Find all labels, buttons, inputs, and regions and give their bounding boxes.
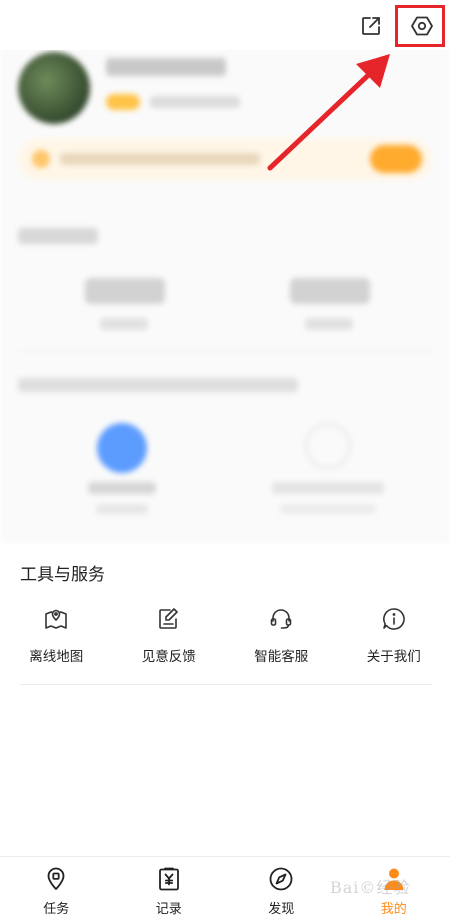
share-button[interactable] xyxy=(355,10,387,42)
tab-label: 我的 xyxy=(380,902,407,917)
watermark: Bai©经验 xyxy=(330,878,411,897)
share-icon xyxy=(362,17,380,35)
user-subtitle-blurred xyxy=(150,96,240,108)
tool-about-us[interactable]: 关于我们 xyxy=(338,605,450,675)
feature-sublabel-1-blurred xyxy=(96,504,148,514)
tool-offline-map[interactable]: 离线地图 xyxy=(0,605,113,675)
tab-label: 发现 xyxy=(268,902,295,917)
earnings-value-1-blurred xyxy=(85,278,165,304)
level-badge-blurred xyxy=(106,94,140,110)
promo-icon xyxy=(32,150,50,168)
tab-discover[interactable]: 发现 xyxy=(225,857,338,920)
tool-label: 见意反馈 xyxy=(141,649,196,665)
headset-icon xyxy=(267,605,295,633)
tab-label: 记录 xyxy=(155,902,182,917)
tool-label: 智能客服 xyxy=(254,649,309,665)
tool-label: 离线地图 xyxy=(29,649,84,665)
offline-map-icon xyxy=(42,605,70,633)
tool-smart-service[interactable]: 智能客服 xyxy=(225,605,338,675)
tools-divider xyxy=(20,684,432,685)
feature-sublabel-2-blurred xyxy=(280,504,376,514)
divider xyxy=(18,350,432,351)
tools-grid: 离线地图 见意反馈 智能客服 关于我们 xyxy=(0,605,450,675)
username-blurred xyxy=(106,58,226,76)
tab-label: 任务 xyxy=(43,902,70,917)
tool-label: 关于我们 xyxy=(366,649,421,665)
earnings-label-1-blurred xyxy=(100,318,148,330)
earnings-label-2-blurred xyxy=(305,318,353,330)
annotation-highlight-box xyxy=(395,5,445,47)
avatar[interactable] xyxy=(18,52,90,124)
compass-icon xyxy=(267,865,295,893)
tab-tasks[interactable]: 任务 xyxy=(0,857,113,920)
feature-icon-blue-blurred[interactable] xyxy=(97,423,147,473)
feature-label-1-blurred xyxy=(88,482,156,494)
feature-label-2-blurred xyxy=(272,482,384,494)
annotation-arrow-icon xyxy=(267,54,390,171)
section-title-blurred xyxy=(18,378,298,392)
earnings-value-2-blurred xyxy=(290,278,370,304)
info-icon xyxy=(380,605,408,633)
promo-text-blurred xyxy=(60,153,260,165)
tab-records[interactable]: 记录 xyxy=(113,857,226,920)
tool-feedback[interactable]: 见意反馈 xyxy=(113,605,226,675)
feedback-icon xyxy=(155,605,183,633)
location-pin-icon xyxy=(42,865,70,893)
tools-section-title: 工具与服务 xyxy=(20,565,105,585)
receipt-yen-icon xyxy=(155,865,183,893)
feature-icon-grey-blurred[interactable] xyxy=(305,423,351,469)
earnings-title-blurred xyxy=(18,228,98,244)
